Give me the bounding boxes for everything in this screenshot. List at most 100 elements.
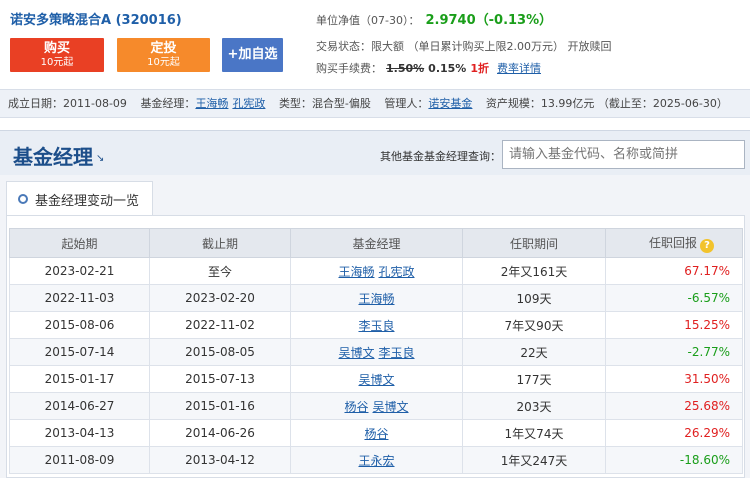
fund-info-bar: 成立日期：2011-08-09 基金经理：王海畅 孔宪政 类型：混合型-偏股 管理… bbox=[0, 89, 750, 118]
cell-end-date: 2015-01-16 bbox=[149, 392, 291, 420]
cell-return: 25.68% bbox=[605, 392, 743, 420]
manager-link[interactable]: 王海畅 bbox=[195, 97, 228, 110]
fee-row: 购买手续费： 1.50% 0.15% 1折 费率详情 bbox=[316, 60, 541, 76]
table-row: 2013-04-13 2014-06-26 杨谷 1年又74天 26.29% bbox=[9, 419, 743, 447]
cell-end-date: 2014-06-26 bbox=[149, 419, 291, 447]
manager-search-input[interactable] bbox=[502, 140, 745, 169]
col-header-start[interactable]: 起始期 bbox=[9, 228, 150, 258]
cell-start-date: 2015-01-17 bbox=[9, 365, 150, 393]
cell-return: 26.29% bbox=[605, 419, 743, 447]
buy-button[interactable]: 购买 10元起 bbox=[10, 38, 104, 72]
col-header-return[interactable]: 任职回报? bbox=[605, 228, 743, 258]
manager-label: 基金经理： bbox=[140, 97, 196, 110]
add-favorite-button[interactable]: +加自选 bbox=[222, 38, 283, 72]
fund-title[interactable]: 诺安多策略混合A (320016) bbox=[10, 9, 182, 28]
table-row: 2022-11-03 2023-02-20 王海畅 109天 -6.57% bbox=[9, 284, 743, 312]
company-label: 管理人： bbox=[384, 97, 429, 110]
manager-name-link[interactable]: 杨谷 bbox=[344, 400, 368, 414]
fee-label: 购买手续费： bbox=[316, 62, 382, 75]
table-row: 2015-07-14 2015-08-05 吴博文 李玉良 22天 -2.77% bbox=[9, 338, 743, 366]
table-row: 2011-08-09 2013-04-12 王永宏 1年又247天 -18.60% bbox=[9, 446, 743, 474]
sip-label: 定投 bbox=[150, 41, 177, 56]
sip-button[interactable]: 定投 10元起 bbox=[117, 38, 210, 72]
cell-return: -18.60% bbox=[605, 446, 743, 474]
table-container: 起始期 截止期 基金经理 任职期间 任职回报? 2023-02-21 至今 王海畅孔… bbox=[6, 215, 745, 478]
col-header-return-label: 任职回报 bbox=[648, 235, 697, 250]
cell-managers: 王永宏 bbox=[290, 446, 463, 474]
table-row: 2015-08-06 2022-11-02 李玉良 7年又90天 15.25% bbox=[9, 311, 743, 339]
sip-sublabel: 10元起 bbox=[147, 57, 180, 68]
tab-label: 基金经理变动一览 bbox=[35, 194, 140, 209]
fee-old: 1.50% bbox=[386, 62, 425, 75]
manager-name-link[interactable]: 李玉良 bbox=[379, 346, 415, 360]
size-value: 13.99亿元 （截止至：2025-06-30） bbox=[540, 97, 728, 110]
table-row: 2014-06-27 2015-01-16 杨谷 吴博文 203天 25.68% bbox=[9, 392, 743, 420]
inception-label: 成立日期： bbox=[8, 97, 63, 110]
cell-return: 67.17% bbox=[605, 257, 743, 285]
manager-name-link[interactable]: 孔宪政 bbox=[379, 265, 415, 279]
manager-panel: 基金经理变动一览 起始期 截止期 基金经理 任职期间 任职回报? 2023-02… bbox=[0, 175, 750, 478]
manager-name-link[interactable]: 李玉良 bbox=[358, 319, 394, 333]
cell-start-date: 2015-08-06 bbox=[9, 311, 150, 339]
cell-tenure: 2年又161天 bbox=[462, 257, 606, 285]
cell-tenure: 177天 bbox=[462, 365, 606, 393]
cell-tenure: 109天 bbox=[462, 284, 606, 312]
circle-icon bbox=[18, 194, 28, 204]
cell-tenure: 22天 bbox=[462, 338, 606, 366]
cell-return: 31.50% bbox=[605, 365, 743, 393]
type-value: 混合型-偏股 bbox=[311, 97, 371, 110]
cell-end-date: 2013-04-12 bbox=[149, 446, 291, 474]
section-title: 基金经理 bbox=[13, 145, 93, 169]
cell-return: -2.77% bbox=[605, 338, 743, 366]
cell-managers: 吴博文 李玉良 bbox=[290, 338, 463, 366]
inception-value: 2011-08-09 bbox=[63, 97, 127, 110]
cell-tenure: 7年又90天 bbox=[462, 311, 606, 339]
manager-name-link[interactable]: 王海畅 bbox=[358, 292, 394, 306]
cell-start-date: 2023-02-21 bbox=[9, 257, 150, 285]
col-header-manager[interactable]: 基金经理 bbox=[290, 228, 463, 258]
cell-start-date: 2013-04-13 bbox=[9, 419, 150, 447]
manager-name-link[interactable]: 吴博文 bbox=[338, 346, 374, 360]
manager-name-link[interactable]: 吴博文 bbox=[373, 400, 409, 414]
cell-managers: 杨谷 吴博文 bbox=[290, 392, 463, 420]
manager-link[interactable]: 孔宪政 bbox=[232, 97, 265, 110]
search-label: 其他基金基金经理查询： bbox=[380, 150, 501, 163]
cell-start-date: 2014-06-27 bbox=[9, 392, 150, 420]
cell-end-date: 2022-11-02 bbox=[149, 311, 291, 339]
manager-name-link[interactable]: 杨谷 bbox=[364, 427, 388, 441]
cell-end-date: 至今 bbox=[149, 257, 291, 285]
cell-start-date: 2015-07-14 bbox=[9, 338, 150, 366]
trade-status: 交易状态：限大额 （单日累计购买上限2.00万元） 开放赎回 bbox=[316, 40, 612, 53]
buy-sublabel: 10元起 bbox=[40, 57, 74, 68]
manager-name-link[interactable]: 王永宏 bbox=[358, 454, 394, 468]
corner-arrow-icon: ↘ bbox=[96, 153, 105, 164]
manager-name-link[interactable]: 王海畅 bbox=[338, 265, 374, 279]
buy-label: 购买 bbox=[43, 41, 70, 56]
cell-return: -6.57% bbox=[605, 284, 743, 312]
question-icon[interactable]: ? bbox=[700, 238, 714, 253]
table-row: 2023-02-21 至今 王海畅 孔宪政 2年又161天 67.17% bbox=[9, 257, 743, 285]
cell-end-date: 2015-07-13 bbox=[149, 365, 291, 393]
cell-end-date: 2023-02-20 bbox=[149, 284, 291, 312]
fee-discount: 1折 bbox=[470, 62, 489, 75]
type-label: 类型： bbox=[278, 97, 312, 110]
fee-new: 0.15% bbox=[428, 62, 467, 75]
col-header-end[interactable]: 截止期 bbox=[149, 228, 291, 258]
manager-section-header: 基金经理 ↘ 其他基金基金经理查询： bbox=[0, 130, 750, 175]
nav-value: 2.9740（-0.13%） bbox=[425, 13, 553, 28]
cell-start-date: 2011-08-09 bbox=[9, 446, 150, 474]
size-label: 资产规模： bbox=[485, 97, 541, 110]
company-link[interactable]: 诺安基金 bbox=[428, 97, 472, 110]
manager-history-table: 起始期 截止期 基金经理 任职期间 任职回报? 2023-02-21 至今 王海畅孔… bbox=[9, 228, 743, 474]
tab-manager-changes[interactable]: 基金经理变动一览 bbox=[6, 181, 153, 216]
cell-tenure: 1年又74天 bbox=[462, 419, 606, 447]
cell-managers: 杨谷 bbox=[290, 419, 463, 447]
cell-end-date: 2015-08-05 bbox=[149, 338, 291, 366]
cell-tenure: 1年又247天 bbox=[462, 446, 606, 474]
cell-return: 15.25% bbox=[605, 311, 743, 339]
table-row: 2015-01-17 2015-07-13 吴博文 177天 31.50% bbox=[9, 365, 743, 393]
fee-detail-link[interactable]: 费率详情 bbox=[497, 62, 541, 75]
cell-managers: 李玉良 bbox=[290, 311, 463, 339]
manager-name-link[interactable]: 吴博文 bbox=[358, 373, 394, 387]
col-header-tenure[interactable]: 任职期间 bbox=[462, 228, 606, 258]
